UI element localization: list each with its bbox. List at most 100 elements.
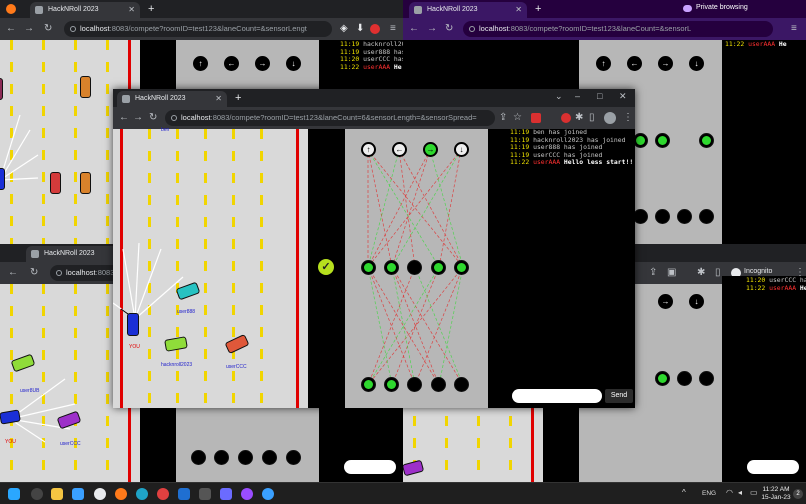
page-info-icon xyxy=(171,115,177,121)
volume-icon[interactable]: ◂ xyxy=(738,488,742,497)
menu-icon[interactable]: ⋮ xyxy=(623,111,633,125)
input-node xyxy=(384,377,399,392)
forward-button[interactable]: → xyxy=(133,111,143,125)
files-icon[interactable] xyxy=(51,488,63,500)
lane-marker xyxy=(42,40,45,244)
up-arrow-icon: ↑ xyxy=(361,142,376,157)
chrome-icon[interactable] xyxy=(94,488,106,500)
favicon-icon xyxy=(414,6,422,14)
url-path: :8083/compete?roomID=test123&laneCount=6… xyxy=(210,113,477,122)
address-bar[interactable]: localhost:8083/c xyxy=(50,265,120,281)
tab-hacknroll[interactable]: HackNRoll 2023 ✕ xyxy=(409,2,527,18)
adblock-icon[interactable] xyxy=(370,24,380,34)
chat-input[interactable] xyxy=(512,389,602,403)
chat-line: 11:22 userAAA He xyxy=(340,62,402,71)
forward-button[interactable]: → xyxy=(24,22,34,36)
back-button[interactable]: ← xyxy=(8,266,18,280)
address-bar[interactable]: localhost:8083/compete?roomID=test123&la… xyxy=(165,110,495,126)
sidebar-icon[interactable]: ▯ xyxy=(589,111,595,125)
firefox-icon[interactable] xyxy=(115,488,127,500)
app2-icon[interactable] xyxy=(220,488,232,500)
clock[interactable]: 11:22 AM 15-Jan-23 xyxy=(760,486,792,502)
new-tab-button[interactable]: + xyxy=(535,2,541,16)
app3-icon[interactable] xyxy=(241,488,253,500)
tab-title: HackNRoll 2023 xyxy=(427,6,478,13)
check-icon: ✓ xyxy=(318,259,334,275)
app4-icon[interactable] xyxy=(262,488,274,500)
browser-icon[interactable] xyxy=(157,488,169,500)
tab-strip: HackNRoll 2023 ✕ + Private browsing xyxy=(403,0,806,18)
reload-button[interactable]: ↻ xyxy=(30,266,38,280)
close-window-button[interactable]: ✕ xyxy=(619,91,627,102)
check-symbol: ✓ xyxy=(321,261,331,273)
input-node xyxy=(214,450,229,465)
extension-red-icon[interactable] xyxy=(531,113,541,123)
chat-input[interactable] xyxy=(344,460,396,474)
car-maroon xyxy=(0,78,3,100)
minimize-button[interactable]: – xyxy=(575,91,580,101)
close-tab-icon[interactable]: ✕ xyxy=(128,2,135,18)
up-arrow-icon: ↑ xyxy=(596,56,611,71)
menu-icon[interactable]: ≡ xyxy=(390,22,396,36)
close-tab-icon[interactable]: ✕ xyxy=(515,2,522,18)
back-button[interactable]: ← xyxy=(119,111,129,125)
car-player xyxy=(127,313,139,336)
share-icon[interactable]: ⇪ xyxy=(649,266,657,280)
up-arrow-icon: ↑ xyxy=(193,56,208,71)
language-indicator[interactable]: ENG xyxy=(702,490,716,497)
start-icon[interactable] xyxy=(8,488,20,500)
input-node xyxy=(407,377,422,392)
tray-chevron-icon[interactable]: ^ xyxy=(682,488,686,497)
back-button[interactable]: ← xyxy=(6,22,16,36)
right-arrow-icon: → xyxy=(658,294,673,309)
pocket-icon[interactable]: ◈ xyxy=(340,22,348,36)
firefox-logo-icon xyxy=(6,4,16,14)
notification-badge[interactable]: 2 xyxy=(793,489,803,499)
reload-button[interactable]: ↻ xyxy=(149,111,157,125)
new-tab-button[interactable]: + xyxy=(148,2,154,16)
reload-button[interactable]: ↻ xyxy=(445,22,453,36)
extension-icon[interactable]: ▣ xyxy=(667,266,676,280)
url-host: localhost xyxy=(479,24,509,33)
input-node xyxy=(191,450,206,465)
tab-hacknroll[interactable]: HackNRoll 2023 ✕ xyxy=(30,2,140,18)
tab-search-icon[interactable]: ⌄ xyxy=(555,91,563,102)
tab-hacknroll[interactable]: HackNRoll 2023 ✕ xyxy=(117,91,227,107)
battery-icon[interactable]: ▭ xyxy=(750,488,758,497)
back-button[interactable]: ← xyxy=(409,22,419,36)
menu-icon[interactable]: ≡ xyxy=(791,22,797,36)
maximize-button[interactable]: □ xyxy=(597,91,602,101)
tab-strip: HackNRoll 2023 ✕ + xyxy=(0,0,403,18)
address-bar[interactable]: localhost:8083/compete?roomID=test123&la… xyxy=(463,21,773,37)
tab-title: HackNRoll 2023 xyxy=(48,6,99,13)
address-bar[interactable]: localhost:8083/compete?roomID=test123&la… xyxy=(64,21,332,37)
input-node xyxy=(286,450,301,465)
vscode-icon[interactable] xyxy=(178,488,190,500)
forward-button[interactable]: → xyxy=(427,22,437,36)
app-icon[interactable] xyxy=(72,488,84,500)
puzzle-icon[interactable]: ✱ xyxy=(575,111,583,125)
extensions-icon[interactable]: ⬇ xyxy=(356,22,364,36)
favicon-icon xyxy=(31,250,39,258)
reload-button[interactable]: ↻ xyxy=(44,22,52,36)
sidebar-icon[interactable]: ▯ xyxy=(715,266,721,280)
car-label: user8UB xyxy=(20,388,40,394)
media-icon[interactable] xyxy=(31,488,43,500)
profile-avatar[interactable] xyxy=(604,112,616,124)
edge-icon[interactable] xyxy=(136,488,148,500)
down-arrow-icon: ↓ xyxy=(689,56,704,71)
send-button[interactable]: Send xyxy=(605,389,633,403)
adblock-icon[interactable] xyxy=(561,113,571,123)
tab-hacknroll[interactable]: HackNRoll 2023 xyxy=(26,246,126,262)
new-tab-button[interactable]: + xyxy=(235,91,241,105)
share-icon[interactable]: ⇪ xyxy=(499,111,507,125)
terminal-icon[interactable] xyxy=(199,488,211,500)
bookmark-star-icon[interactable]: ☆ xyxy=(513,111,522,125)
chat-input[interactable] xyxy=(747,460,799,474)
page-info-icon xyxy=(56,270,62,276)
url-host: localhost xyxy=(80,24,110,33)
right-arrow-icon: → xyxy=(423,142,438,157)
wifi-icon[interactable]: ◠ xyxy=(726,488,733,497)
close-tab-icon[interactable]: ✕ xyxy=(215,91,222,107)
puzzle-icon[interactable]: ✱ xyxy=(697,266,705,280)
